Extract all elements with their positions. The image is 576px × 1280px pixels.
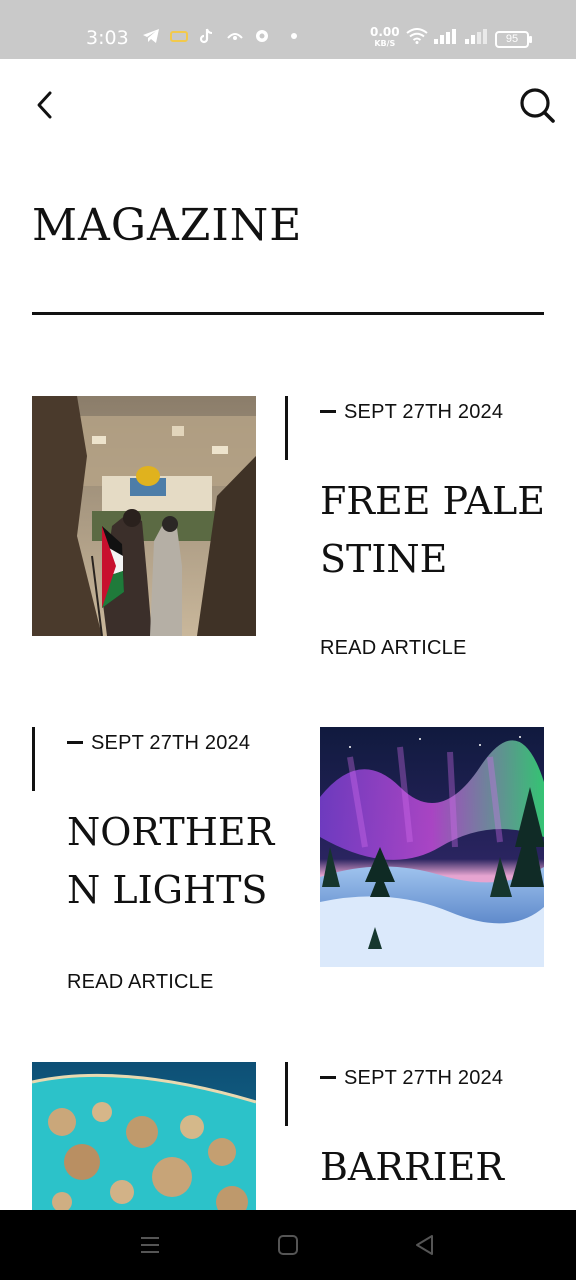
- accent-bar: [32, 727, 35, 791]
- article-date: SEPT 27TH 2024: [344, 401, 504, 423]
- article-card[interactable]: SEPT 27TH 2024 FREE PALESTINE READ ARTIC…: [0, 396, 576, 666]
- barrier-reef-image[interactable]: [32, 1062, 256, 1210]
- app-icon: [170, 28, 188, 44]
- net-speed-unit: KB/S: [374, 39, 396, 48]
- menu-button[interactable]: [137, 1232, 163, 1258]
- signal-icon: [433, 28, 459, 44]
- tiktok-icon: [198, 28, 216, 44]
- article-card[interactable]: SEPT 27TH 2024 BARRIER: [0, 1062, 576, 1210]
- read-article-link[interactable]: READ ARTICLE: [320, 636, 467, 660]
- read-article-link[interactable]: READ ARTICLE: [67, 970, 214, 994]
- palestine-image[interactable]: [32, 396, 256, 636]
- back-button[interactable]: [30, 88, 60, 122]
- net-speed-value: 0.00: [370, 25, 400, 39]
- battery-icon: 95: [495, 31, 532, 48]
- chevron-left-icon: [37, 91, 52, 119]
- date-dash: [320, 410, 336, 413]
- telegram-icon: [142, 28, 160, 44]
- article-card[interactable]: SEPT 27TH 2024 NORTHERN LIGHTS READ ARTI…: [0, 727, 576, 997]
- navigation-bar: [0, 1210, 576, 1280]
- accent-bar: [285, 396, 288, 460]
- search-button[interactable]: [518, 86, 556, 124]
- wifi-icon: [406, 28, 428, 44]
- app-icon: [226, 28, 244, 44]
- search-icon: [520, 88, 555, 123]
- net-speed: 0.00 KB/S: [370, 25, 400, 49]
- signal-icon: [464, 28, 490, 44]
- system-back-button[interactable]: [412, 1232, 438, 1258]
- title-divider: [32, 312, 544, 315]
- article-title[interactable]: FREE PALESTINE: [320, 472, 550, 588]
- app-icon: [253, 28, 271, 44]
- status-bar: 3:03 0.00 KB/S 95: [0, 0, 576, 59]
- article-date: SEPT 27TH 2024: [91, 732, 251, 754]
- home-button[interactable]: [275, 1232, 301, 1258]
- article-date: SEPT 27TH 2024: [344, 1067, 504, 1089]
- back-triangle-icon: [416, 1235, 433, 1255]
- date-dash: [67, 741, 83, 744]
- article-title[interactable]: BARRIER: [320, 1138, 550, 1196]
- page-title: MAGAZINE: [32, 200, 303, 251]
- menu-icon: [141, 1237, 159, 1253]
- northern-lights-image[interactable]: [320, 727, 544, 967]
- article-title[interactable]: NORTHERN LIGHTS: [67, 803, 297, 919]
- home-icon: [278, 1235, 298, 1255]
- status-time: 3:03: [86, 27, 129, 49]
- dot-icon: [285, 28, 303, 44]
- date-dash: [320, 1076, 336, 1079]
- accent-bar: [285, 1062, 288, 1126]
